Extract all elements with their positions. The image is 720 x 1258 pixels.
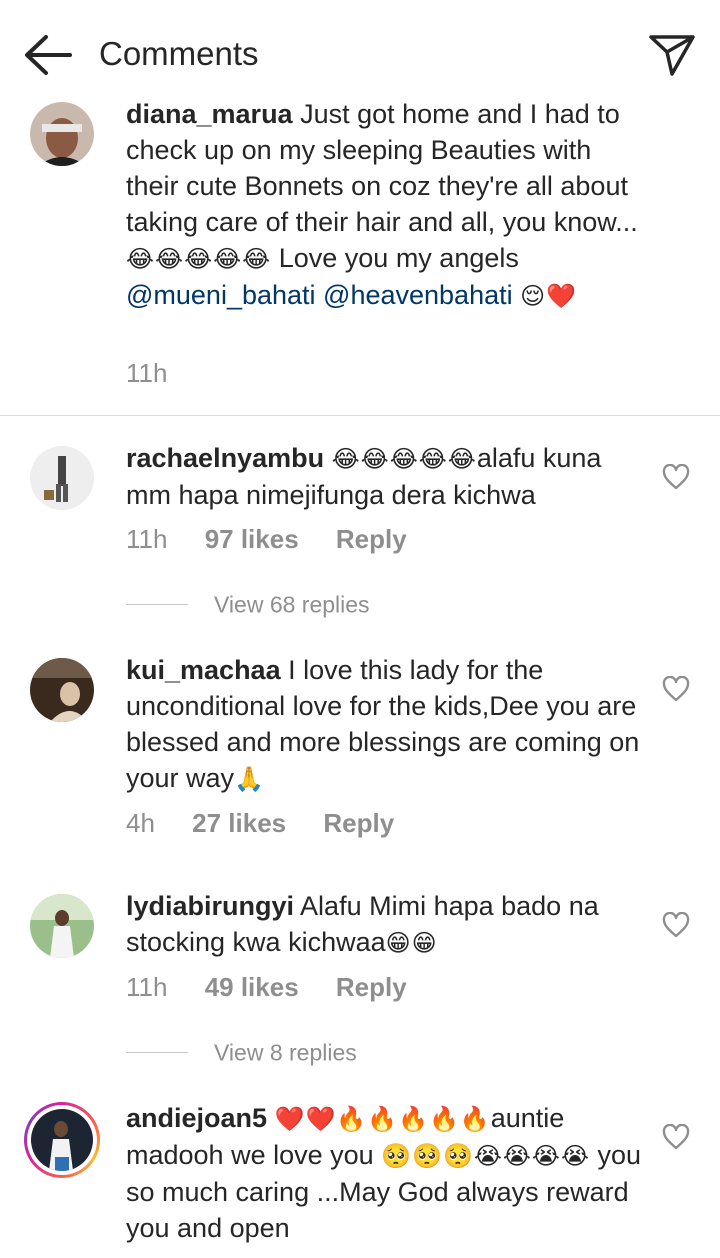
avatar[interactable] — [31, 1109, 93, 1171]
comment-username[interactable]: rachaelnyambu — [126, 443, 324, 473]
likes-count[interactable]: 49 likes — [205, 972, 299, 1002]
avatar[interactable] — [30, 658, 94, 722]
comment-username[interactable]: andiejoan5 — [126, 1103, 267, 1133]
heart-icon[interactable] — [662, 912, 690, 938]
divider — [126, 1052, 188, 1054]
back-button[interactable] — [22, 34, 74, 76]
timestamp: 4h — [126, 808, 155, 838]
likes-count[interactable]: 27 likes — [192, 808, 286, 838]
caption-meta: 11h — [126, 356, 197, 390]
comment-meta: 4h 27 likes Reply — [126, 806, 424, 840]
reply-button[interactable]: Reply — [323, 808, 394, 838]
heart-icon[interactable] — [662, 464, 690, 490]
reply-button[interactable]: Reply — [336, 524, 407, 554]
comment-text: andiejoan5 ❤️❤️🔥🔥🔥🔥🔥auntie madooh we lov… — [126, 1103, 642, 1243]
caption-text: diana_marua Just got home and I had to c… — [126, 99, 638, 310]
mention-link[interactable]: @mueni_bahati — [126, 280, 316, 310]
heart-icon[interactable] — [662, 1124, 690, 1150]
comments-header: Comments — [0, 0, 720, 108]
divider — [0, 415, 720, 416]
mention-link[interactable]: @heavenbahati — [323, 280, 513, 310]
reply-button[interactable]: Reply — [336, 972, 407, 1002]
page-title: Comments — [99, 35, 259, 72]
view-replies-button[interactable]: View 68 replies — [126, 590, 370, 620]
story-ring[interactable] — [24, 1102, 100, 1178]
likes-count[interactable]: 97 likes — [205, 524, 299, 554]
paper-plane-icon — [649, 35, 695, 76]
arrow-left-icon — [25, 35, 72, 75]
caption-username[interactable]: diana_marua — [126, 99, 293, 129]
divider — [126, 604, 188, 606]
timestamp: 11h — [126, 524, 168, 554]
comment-username[interactable]: kui_machaa — [126, 655, 281, 685]
avatar[interactable] — [30, 102, 94, 166]
view-replies-button[interactable]: View 8 replies — [126, 1038, 357, 1068]
heart-icon[interactable] — [662, 676, 690, 702]
comment-text: rachaelnyambu 😂😂😂😂😂alafu kuna mm hapa ni… — [126, 443, 602, 510]
timestamp: 11h — [126, 972, 168, 1002]
avatar[interactable] — [30, 894, 94, 958]
avatar[interactable] — [30, 446, 94, 510]
comment-meta: 11h 49 likes Reply — [126, 970, 437, 1004]
comment-username[interactable]: lydiabirungyi — [126, 891, 294, 921]
comment-text: lydiabirungyi Alafu Mimi hapa bado na st… — [126, 891, 599, 957]
share-button[interactable] — [648, 32, 696, 78]
timestamp: 11h — [126, 358, 168, 388]
comment-meta: 11h 97 likes Reply — [126, 522, 437, 556]
comment-text: kui_machaa I love this lady for the unco… — [126, 655, 640, 793]
